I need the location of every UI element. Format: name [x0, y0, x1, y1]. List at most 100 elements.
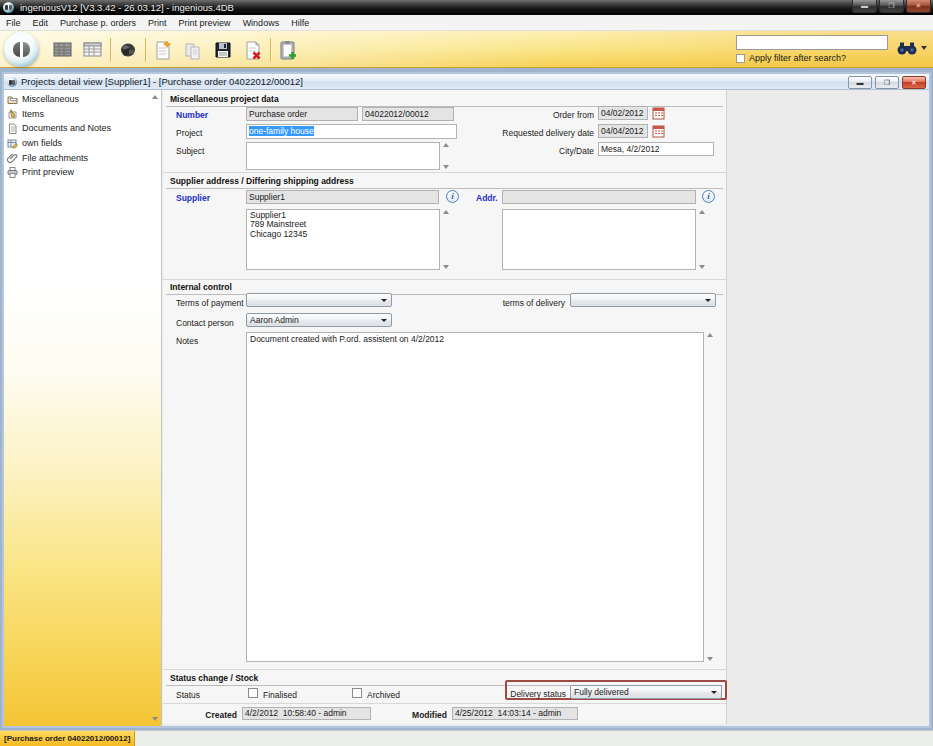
- menu-hilfe[interactable]: Hilfe: [285, 15, 315, 31]
- add-to-clipboard-button[interactable]: [273, 37, 303, 63]
- grid-view-button[interactable]: [78, 37, 108, 63]
- child-maximize-button[interactable]: ❐: [875, 76, 899, 89]
- addr-label: Addr.: [476, 193, 498, 203]
- terms-payment-dropdown[interactable]: [246, 293, 392, 307]
- section-misc-header: Miscellaneous project data: [170, 94, 279, 104]
- status-label: Status: [176, 690, 200, 700]
- clipboard-add-icon: [277, 39, 299, 61]
- search-button[interactable]: [896, 40, 927, 56]
- supplier-field[interactable]: Supplier1: [246, 190, 439, 204]
- new-record-button[interactable]: [148, 37, 178, 63]
- sidebar-item-documents[interactable]: Documents and Notes: [4, 121, 150, 136]
- selected-text: one-family house: [249, 126, 314, 136]
- number-value-field[interactable]: 04022012/00012: [362, 107, 454, 121]
- number-type-field[interactable]: Purchase order: [246, 107, 358, 121]
- document-icon: [7, 123, 18, 134]
- archived-label: Archived: [367, 690, 400, 700]
- menu-print-preview[interactable]: Print preview: [173, 15, 237, 31]
- toolbar: Apply filter after search?: [0, 31, 933, 68]
- sidebar-divider: [161, 90, 162, 726]
- calendar-icon[interactable]: [652, 125, 665, 138]
- sidebar-item-file-attachments[interactable]: File attachments: [4, 150, 150, 165]
- requested-delivery-field[interactable]: 04/04/2012: [598, 124, 648, 138]
- project-field[interactable]: one-family house: [246, 124, 457, 139]
- duplicate-record-button[interactable]: [178, 37, 208, 63]
- maximize-button[interactable]: ❐: [879, 0, 904, 13]
- delete-record-button[interactable]: [238, 37, 268, 63]
- calendar-icon[interactable]: [652, 107, 665, 120]
- order-from-label: Order from: [553, 110, 594, 120]
- toolbar-separator: [110, 38, 111, 62]
- section-status-header: Status change / Stock: [170, 673, 258, 683]
- sidebar-item-print-preview[interactable]: Print preview: [4, 165, 150, 180]
- form-panel: Miscellaneous project data Number Purcha…: [163, 90, 727, 724]
- child-close-button[interactable]: ✕: [902, 76, 926, 89]
- table-dark-icon: [52, 39, 74, 61]
- detail-window-icon: [7, 77, 17, 87]
- subject-scrollbar[interactable]: [442, 142, 452, 170]
- app-title: ingeniousV12 [V3.3.42 - 26.03.12] - inge…: [20, 2, 234, 13]
- close-button[interactable]: ✕: [906, 0, 931, 13]
- subject-field[interactable]: [246, 142, 440, 170]
- sidebar-item-own-fields[interactable]: own fields: [4, 136, 150, 151]
- paperclip-icon: [7, 152, 18, 163]
- search-input[interactable]: [736, 35, 888, 50]
- delivery-status-dropdown[interactable]: Fully delivered: [570, 685, 722, 699]
- notes-field[interactable]: Document created with P.ord. assistent o…: [246, 332, 704, 662]
- apply-filter-checkbox[interactable]: [736, 54, 745, 63]
- delivery-status-label: Delivery status: [510, 689, 566, 699]
- printer-icon: [7, 167, 18, 178]
- city-date-label: City/Date: [559, 146, 594, 156]
- detail-window-title: Projects detail view [Supplier1] - [Purc…: [21, 76, 303, 87]
- child-minimize-button[interactable]: ▬: [848, 76, 872, 89]
- sidebar-item-miscellaneous[interactable]: Miscellaneous: [4, 92, 150, 107]
- sidebar: Miscellaneous Items Documents and Notes: [4, 90, 150, 726]
- terms-delivery-label: terms of delivery: [503, 298, 565, 308]
- notes-scrollbar[interactable]: [706, 332, 716, 662]
- order-from-field[interactable]: 04/02/2012: [598, 106, 648, 120]
- app-logo-icon: [3, 2, 14, 13]
- terms-delivery-dropdown[interactable]: [570, 293, 716, 307]
- city-date-field[interactable]: Mesa, 4/2/2012: [598, 142, 714, 156]
- sidebar-item-items[interactable]: Items: [4, 107, 150, 122]
- shipping-address-scrollbar[interactable]: [698, 209, 708, 270]
- lookup-button[interactable]: [113, 37, 143, 63]
- table-pencil-icon: [7, 138, 18, 149]
- supplier-info-icon[interactable]: [446, 190, 459, 203]
- subject-label: Subject: [176, 146, 204, 156]
- modified-label: Modified: [412, 710, 447, 720]
- supplier-address-scrollbar[interactable]: [442, 209, 452, 270]
- sidebar-scrollbar[interactable]: [150, 90, 161, 726]
- shipping-address-field[interactable]: [502, 209, 696, 270]
- table-light-icon: [82, 39, 104, 61]
- menu-purchase-orders[interactable]: Purchase p. orders: [54, 15, 142, 31]
- pencil-page-icon: [7, 108, 18, 119]
- scroll-down-icon[interactable]: [152, 717, 158, 721]
- minimize-button[interactable]: ▬: [852, 0, 877, 13]
- archived-checkbox[interactable]: [352, 688, 362, 698]
- scroll-up-icon[interactable]: [152, 95, 158, 99]
- ingenious-logo-icon: [4, 32, 39, 67]
- finalised-label: Finalised: [263, 690, 297, 700]
- notes-label: Notes: [176, 336, 198, 346]
- save-icon: [212, 39, 234, 61]
- app-titlebar: ingeniousV12 [V3.3.42 - 26.03.12] - inge…: [0, 0, 933, 15]
- copy-icon: [182, 39, 204, 61]
- menu-windows[interactable]: Windows: [237, 15, 286, 31]
- section-internal-header: Internal control: [170, 282, 232, 292]
- save-record-button[interactable]: [208, 37, 238, 63]
- menu-edit[interactable]: Edit: [27, 15, 55, 31]
- menu-file[interactable]: File: [0, 15, 27, 31]
- addr-info-icon[interactable]: [702, 190, 715, 203]
- supplier-address-field[interactable]: Supplier1 789 Mainstreet Chicago 12345: [246, 209, 440, 270]
- addr-field[interactable]: [502, 190, 696, 204]
- contact-person-dropdown[interactable]: Aaron Admin: [246, 313, 392, 327]
- menu-print[interactable]: Print: [142, 15, 173, 31]
- project-label: Project: [176, 128, 202, 138]
- list-view-button[interactable]: [48, 37, 78, 63]
- detail-window-titlebar: Projects detail view [Supplier1] - [Purc…: [4, 74, 929, 90]
- search-dropdown-caret[interactable]: [921, 46, 927, 50]
- finalised-checkbox[interactable]: [248, 688, 258, 698]
- toolbar-separator: [145, 38, 146, 62]
- statusbar-record-tab[interactable]: [Purchase order 04022012/00012]: [0, 731, 135, 746]
